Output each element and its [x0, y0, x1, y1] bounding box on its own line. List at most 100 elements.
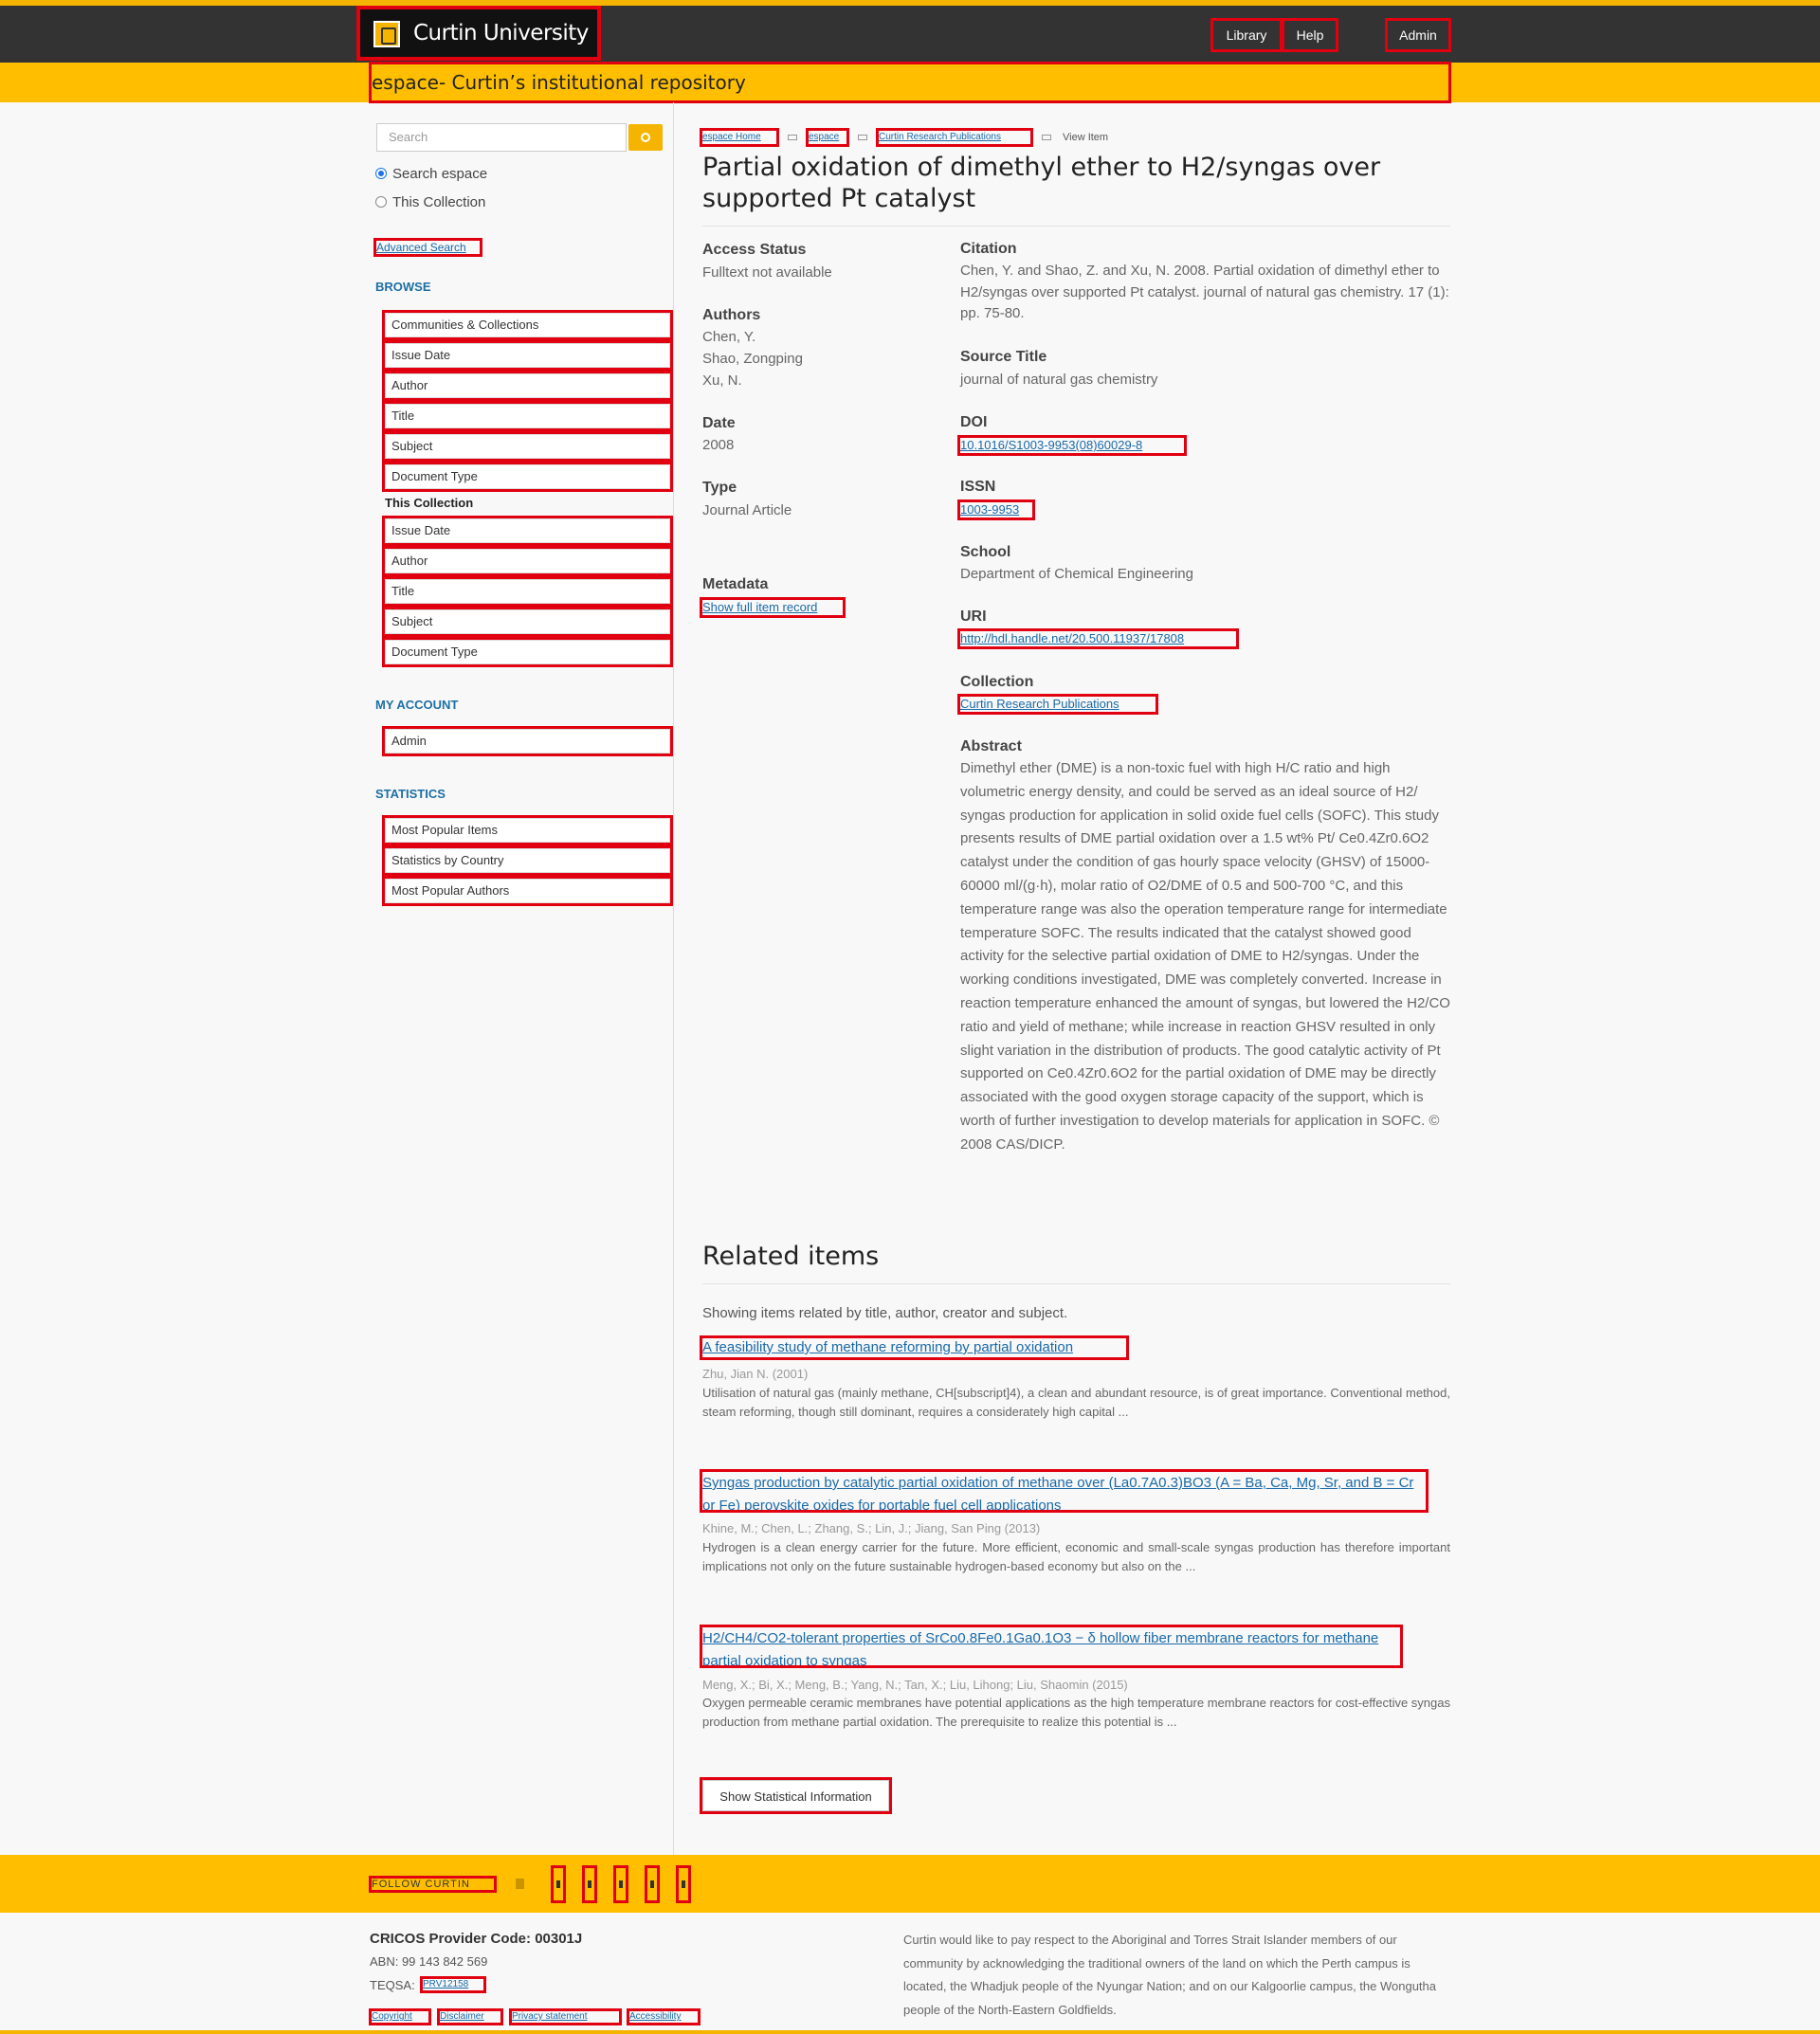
type-label: Type [702, 480, 737, 496]
breadcrumb: espace Home espace Curtin Research Publi… [702, 131, 1108, 144]
show-statistics-button[interactable]: Show Statistical Information [702, 1780, 889, 1811]
collection-subject[interactable]: Subject [385, 609, 670, 634]
full-record-link[interactable]: Show full item record [702, 600, 843, 615]
top-bar [0, 0, 1820, 63]
acknowledgement-text: Curtin would like to pay respect to the … [903, 1933, 1437, 2017]
type-value: Journal Article [702, 502, 792, 518]
browse-title[interactable]: Title [385, 404, 670, 428]
school-label: School [960, 544, 1011, 560]
related-items-heading: Related items [702, 1242, 880, 1271]
divider [702, 226, 1450, 227]
logo-text: Curtin University [413, 21, 589, 45]
abn-number: ABN: 99 143 842 569 [370, 1954, 488, 1969]
related-item-2-abstract: Hydrogen is a clean energy carrier for t… [702, 1540, 1450, 1573]
account-admin[interactable]: Admin [385, 729, 670, 754]
issn-link[interactable]: 1003-9953 [960, 502, 1032, 518]
admin-link[interactable]: Admin [1388, 21, 1448, 49]
scope-search-espace[interactable]: Search espace [375, 166, 487, 182]
author-1: Chen, Y. [702, 329, 756, 345]
crest-icon [373, 21, 400, 47]
collection-document-type[interactable]: Document Type [385, 640, 670, 664]
advanced-search-link[interactable]: Advanced Search [376, 241, 480, 254]
source-title-value: journal of natural gas chemistry [960, 372, 1158, 388]
radio-selected-icon [375, 168, 387, 179]
browse-author[interactable]: Author [385, 373, 670, 398]
metadata-label: Metadata [702, 576, 769, 592]
privacy-statement-link[interactable]: Privacy statement [512, 2011, 619, 2023]
copyright-link[interactable]: Copyright [372, 2011, 428, 2023]
collection-author[interactable]: Author [385, 549, 670, 573]
search-input[interactable]: Search [376, 123, 627, 152]
youtube-icon[interactable] [679, 1868, 688, 1900]
collection-link[interactable]: Curtin Research Publications [960, 697, 1156, 712]
footer-social-bar [0, 1855, 1820, 1913]
browse-subject[interactable]: Subject [385, 434, 670, 459]
related-item-3-abstract: Oxygen permeable ceramic membranes have … [702, 1696, 1450, 1729]
instagram-icon[interactable] [616, 1868, 626, 1900]
breadcrumb-separator-icon [858, 135, 867, 140]
breadcrumb-collection[interactable]: Curtin Research Publications [879, 131, 1030, 144]
repository-title[interactable]: espace- Curtin’s institutional repositor… [372, 64, 1448, 100]
doi-label: DOI [960, 414, 988, 430]
follow-arrow-icon [516, 1879, 524, 1889]
uri-label: URI [960, 608, 987, 625]
related-item-3-meta: Meng, X.; Bi, X.; Meng, B.; Yang, N.; Ta… [702, 1678, 1128, 1692]
related-item-1-abstract: Utilisation of natural gas (mainly metha… [702, 1386, 1450, 1419]
uri-link[interactable]: http://hdl.handle.net/20.500.11937/17808 [960, 631, 1236, 646]
related-intro: Showing items related by title, author, … [702, 1305, 1068, 1321]
cricos-code: CRICOS Provider Code: 00301J [370, 1931, 583, 1947]
teqsa-label: TEQSA: [370, 1978, 415, 1992]
twitter-icon[interactable] [585, 1868, 594, 1900]
my-account-heading: MY ACCOUNT [375, 698, 459, 712]
related-item-1-meta: Zhu, Jian N. (2001) [702, 1367, 809, 1381]
stats-popular-authors[interactable]: Most Popular Authors [385, 879, 670, 903]
follow-curtin-link[interactable]: FOLLOW CURTIN [372, 1879, 494, 1890]
curtin-logo[interactable]: Curtin University [360, 9, 597, 57]
library-link[interactable]: Library [1213, 21, 1280, 49]
citation-label: Citation [960, 241, 1017, 257]
facebook-icon[interactable] [554, 1868, 563, 1900]
this-collection-heading: This Collection [385, 496, 474, 510]
divider [702, 1283, 1450, 1284]
abstract-label: Abstract [960, 738, 1022, 754]
stats-by-country[interactable]: Statistics by Country [385, 848, 670, 873]
access-status-value: Fulltext not available [702, 264, 832, 281]
scope-this-collection[interactable]: This Collection [375, 194, 485, 210]
browse-heading: BROWSE [375, 280, 431, 294]
author-3: Xu, N. [702, 372, 742, 389]
abstract-text: Dimethyl ether (DME) is a non-toxic fuel… [960, 760, 1450, 1153]
date-label: Date [702, 415, 736, 431]
related-item-2-title[interactable]: Syngas production by catalytic partial o… [702, 1472, 1426, 1510]
citation-value: Chen, Y. and Shao, Z. and Xu, N. 2008. P… [960, 263, 1449, 321]
statistics-heading: STATISTICS [375, 787, 446, 801]
accessibility-link[interactable]: Accessibility [629, 2011, 698, 2023]
disclaimer-link[interactable]: Disclaimer [440, 2011, 500, 2023]
collection-issue-date[interactable]: Issue Date [385, 518, 670, 543]
breadcrumb-separator-icon [1042, 135, 1051, 140]
teqsa-link[interactable]: PRV12158 [423, 1979, 483, 1990]
related-item-3-title[interactable]: H2/CH4/CO2-tolerant properties of SrCo0.… [702, 1627, 1400, 1665]
issn-label: ISSN [960, 479, 996, 495]
help-link[interactable]: Help [1284, 21, 1336, 49]
page-title: Partial oxidation of dimethyl ether to H… [702, 153, 1381, 213]
collection-label: Collection [960, 674, 1034, 690]
browse-issue-date[interactable]: Issue Date [385, 343, 670, 368]
breadcrumb-home[interactable]: espace Home [702, 131, 776, 144]
source-title-label: Source Title [960, 349, 1047, 365]
linkedin-icon[interactable] [647, 1868, 657, 1900]
related-item-1-title[interactable]: A feasibility study of methane reforming… [702, 1338, 1126, 1357]
search-button[interactable] [628, 124, 663, 151]
access-status-label: Access Status [702, 242, 807, 258]
browse-communities[interactable]: Communities & Collections [385, 313, 670, 337]
collection-title[interactable]: Title [385, 579, 670, 604]
radio-icon [375, 196, 387, 208]
browse-document-type[interactable]: Document Type [385, 464, 670, 489]
stats-popular-items[interactable]: Most Popular Items [385, 818, 670, 843]
author-2: Shao, Zongping [702, 351, 803, 367]
breadcrumb-current: View Item [1063, 132, 1109, 143]
doi-link[interactable]: 10.1016/S1003-9953(08)60029-8 [960, 438, 1184, 453]
breadcrumb-espace[interactable]: espace [809, 131, 846, 144]
authors-label: Authors [702, 307, 761, 323]
school-value: Department of Chemical Engineering [960, 566, 1193, 582]
date-value: 2008 [702, 437, 735, 453]
